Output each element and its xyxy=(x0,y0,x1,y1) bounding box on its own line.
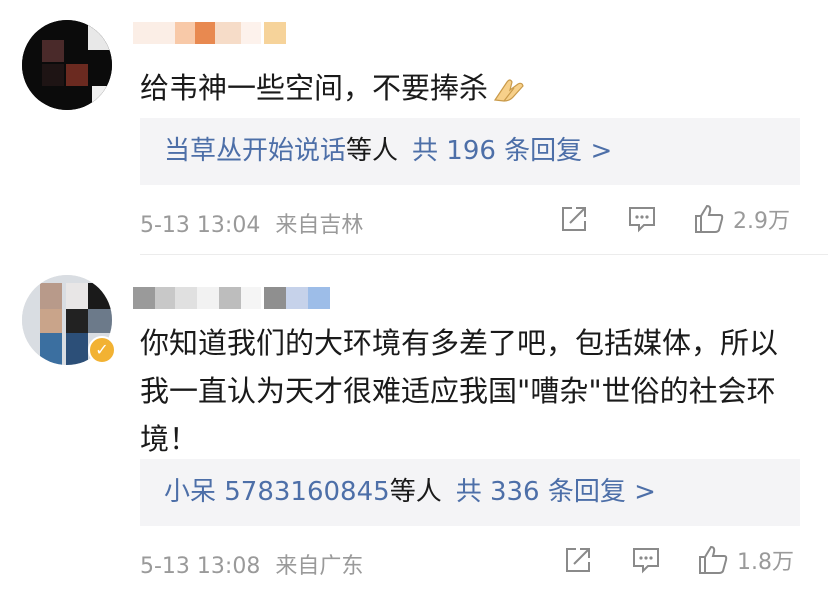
share-icon xyxy=(566,548,590,572)
share-icon xyxy=(562,207,586,231)
reply-summary[interactable]: 当草丛开始说话等人共 196 条回复 > xyxy=(140,118,800,185)
comment-location: 来自吉林 xyxy=(275,213,364,238)
like-button[interactable]: 1.8万 xyxy=(697,544,794,576)
comment-time: 5-13 13:04 xyxy=(140,213,261,238)
reply-count-link[interactable]: 共 196 条回复 > xyxy=(412,136,612,166)
username-redacted[interactable] xyxy=(133,287,333,309)
comment-icon xyxy=(633,548,659,574)
comment-text: 给韦神一些空间，不要捧杀 xyxy=(140,64,800,118)
like-icon xyxy=(695,204,724,233)
like-count: 2.9万 xyxy=(733,209,790,234)
comment-meta: 5-13 13:08 来自广东 xyxy=(140,548,363,580)
comment-button[interactable] xyxy=(631,546,661,574)
reply-count-link[interactable]: 共 336 条回复 > xyxy=(456,477,656,507)
comment-item: 给韦神一些空间，不要捧杀 当草丛开始说话等人共 196 条回复 > 5-13 1… xyxy=(0,0,828,255)
comment-meta: 5-13 13:04 来自吉林 xyxy=(140,207,363,239)
comment-location: 来自广东 xyxy=(275,554,364,579)
like-icon xyxy=(699,545,728,574)
reply-suffix: 等人 xyxy=(389,477,442,507)
comment-icon xyxy=(629,207,655,233)
username-redacted[interactable] xyxy=(133,22,293,44)
verified-badge: ✓ xyxy=(88,336,116,364)
folded-hands-icon xyxy=(492,70,528,118)
reply-names[interactable]: 小呆 5783160845 xyxy=(164,477,390,507)
like-button[interactable]: 2.9万 xyxy=(693,203,790,235)
share-button[interactable] xyxy=(564,546,592,574)
share-button[interactable] xyxy=(560,205,588,233)
comment-time: 5-13 13:08 xyxy=(140,554,261,579)
comment-button[interactable] xyxy=(627,205,657,233)
reply-suffix: 等人 xyxy=(346,136,399,166)
comment-text: 你知道我们的大环境有多差了吧，包括媒体，所以我一直认为天才很难适应我国"嘈杂"世… xyxy=(140,326,779,456)
reply-summary[interactable]: 小呆 5783160845等人共 336 条回复 > xyxy=(140,459,800,526)
reply-names[interactable]: 当草丛开始说话 xyxy=(164,136,346,166)
comment-item: ✓ 你知道我们的大环境有多差了吧，包括媒体，所以我一直认为天才很难适应我国"嘈杂… xyxy=(0,255,828,593)
avatar[interactable] xyxy=(22,20,112,110)
like-count: 1.8万 xyxy=(737,550,794,575)
